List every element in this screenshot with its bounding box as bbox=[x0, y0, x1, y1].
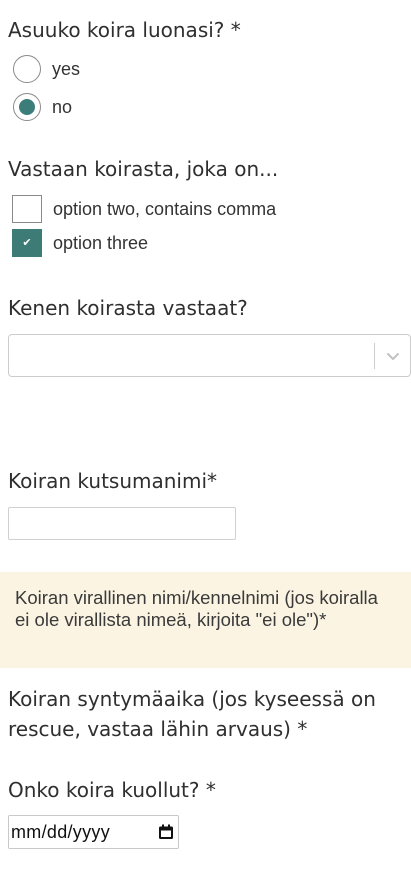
checkbox-option-two[interactable]: option two, contains comma bbox=[12, 195, 276, 223]
chevron-down-icon[interactable] bbox=[383, 346, 403, 366]
official-name-notice-text: Koiran virallinen nimi/kennelnimi (jos k… bbox=[15, 587, 378, 630]
question-title-dog-type: Vastaan koirasta, joka on... bbox=[8, 157, 279, 181]
checkbox-label-option-three: option three bbox=[53, 232, 149, 253]
radio-label-no: no bbox=[52, 96, 73, 117]
question-title-birth-date: Koiran syntymäaika (jos kyseessä on resc… bbox=[8, 687, 376, 741]
select-separator bbox=[374, 343, 375, 369]
radio-button-yes[interactable] bbox=[13, 55, 41, 83]
checkbox-option-three-box[interactable]: ✔ bbox=[12, 229, 42, 257]
radio-option-yes[interactable]: yes bbox=[12, 55, 80, 83]
question-title-dog-call-name: Koiran kutsumanimi* bbox=[8, 469, 218, 493]
question-title-whose-dog: Kenen koirasta vastaat? bbox=[8, 296, 248, 320]
calendar-icon[interactable] bbox=[158, 824, 174, 840]
checkmark-icon: ✔ bbox=[22, 236, 32, 249]
question-title-dog-deceased: Onko koira kuollut? * bbox=[8, 778, 216, 802]
deceased-date-input[interactable]: mm/dd/yyyy bbox=[8, 815, 179, 849]
date-placeholder: mm/dd/yyyy bbox=[11, 822, 111, 842]
radio-button-no[interactable] bbox=[13, 93, 41, 121]
radio-option-no[interactable]: no bbox=[12, 93, 72, 121]
checkbox-option-three[interactable]: ✔ option three bbox=[12, 229, 148, 257]
question-title-dog-lives-with-you: Asuuko koira luonasi? * bbox=[8, 18, 241, 42]
checkbox-option-two-box[interactable] bbox=[12, 195, 42, 223]
radio-label-yes: yes bbox=[52, 58, 81, 79]
whose-dog-select[interactable] bbox=[8, 334, 411, 377]
official-name-notice: Koiran virallinen nimi/kennelnimi (jos k… bbox=[0, 572, 411, 668]
dog-call-name-input[interactable] bbox=[8, 507, 236, 540]
checkbox-label-option-two: option two, contains comma bbox=[53, 198, 277, 219]
